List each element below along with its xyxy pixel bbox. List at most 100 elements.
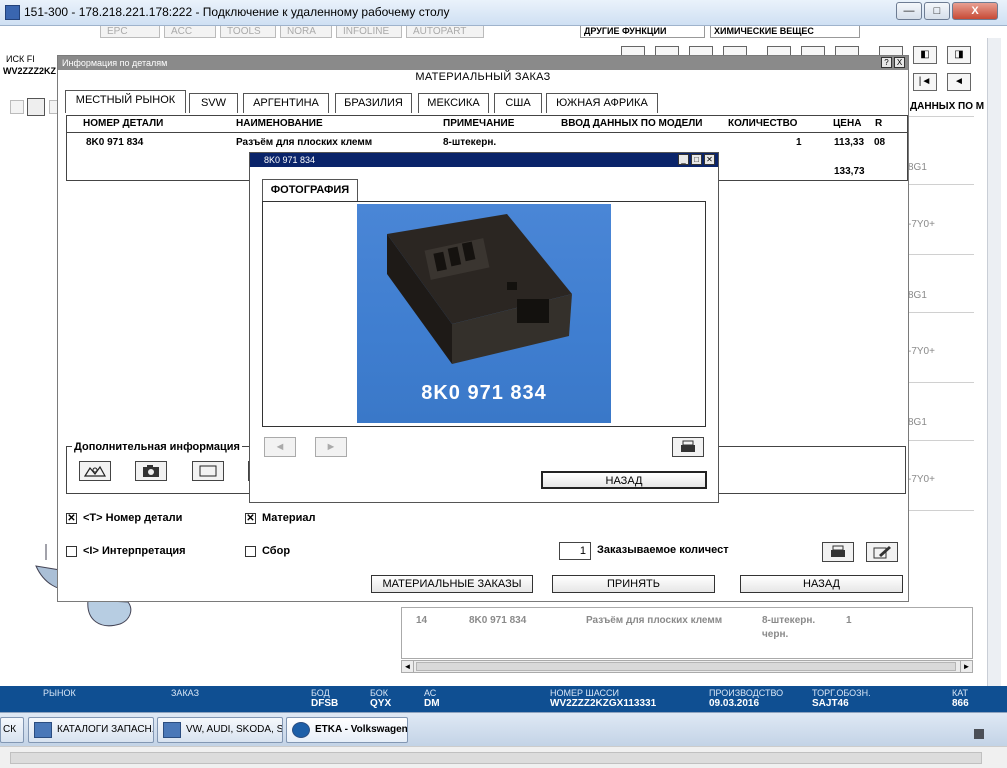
tab-photo[interactable]: ФОТОГРАФИЯ — [262, 179, 358, 201]
bg-row-qty: 1 — [846, 615, 852, 626]
bg-tab-autopart[interactable]: AUTOPART — [406, 26, 484, 38]
tab-south-africa[interactable]: ЮЖНАЯ АФРИКА — [546, 93, 658, 113]
exploded-view-icon[interactable] — [79, 461, 111, 481]
photo-caption: 8K0 971 834 — [421, 382, 547, 404]
status-trade-label: ТОРГ.ОБОЗН. — [812, 688, 871, 698]
taskbar-item-label: VW, AUDI, SKODA, S... — [186, 724, 283, 735]
previous-record-icon[interactable]: ◄ — [947, 73, 971, 91]
total-price: 133,73 — [834, 166, 865, 177]
part-number-checkbox[interactable]: ✕ — [66, 513, 77, 524]
col-model-data: ВВОД ДАННЫХ ПО МОДЕЛИ — [561, 118, 703, 129]
rdp-title-bar: 151-300 - 178.218.221.178:222 - Подключе… — [0, 0, 1007, 26]
tab-argentina[interactable]: АРГЕНТИНА — [243, 93, 329, 113]
order-quantity-label: Заказываемое количест — [597, 544, 729, 556]
row-r: 08 — [874, 137, 886, 148]
taskbar-item-vw-audi[interactable]: VW, AUDI, SKODA, S... — [157, 717, 283, 743]
next-photo-button[interactable]: ► — [315, 437, 347, 457]
tab-usa[interactable]: США — [494, 93, 542, 113]
background-vertical-scrollbar[interactable] — [987, 38, 1001, 686]
bg-tab-tools[interactable]: TOOLS — [220, 26, 276, 38]
material-orders-button[interactable]: МАТЕРИАЛЬНЫЕ ЗАКАЗЫ — [371, 575, 533, 593]
assembly-checkbox-label: Сбор — [262, 545, 291, 557]
tray-icon[interactable] — [974, 729, 984, 739]
photo-close-button[interactable]: ✕ — [704, 154, 715, 165]
bg-row-position: 14 — [416, 615, 428, 626]
bg-row-note-2: черн. — [762, 629, 789, 640]
status-bok-value: QYX — [370, 698, 392, 709]
taskbar-item-catalogs[interactable]: КАТАЛОГИ ЗАПАСН... — [28, 717, 154, 743]
back-button[interactable]: НАЗАД — [740, 575, 903, 593]
bg-tab-acc[interactable]: ACC — [164, 26, 216, 38]
tab-brazil[interactable]: БРАЗИЛИЯ — [335, 93, 412, 113]
first-record-icon[interactable]: |◄ — [913, 73, 937, 91]
photo-dialog: 8K0 971 834 _ □ ✕ ФОТОГРАФИЯ 8K0 971 834… — [249, 152, 719, 503]
assembly-checkbox[interactable] — [245, 546, 256, 557]
vehicle-status-bar: РЫНОК ЗАКАЗ БОД DFSB БОК QYX АС DM НОМЕР… — [0, 686, 1007, 712]
bg-model-item: -7Y0+ — [908, 346, 935, 357]
taskbar: СК КАТАЛОГИ ЗАПАСН... VW, AUDI, SKODA, S… — [0, 712, 1007, 746]
material-checkbox[interactable]: ✕ — [245, 513, 256, 524]
bg-horizontal-scrollbar[interactable]: ◄ ► — [401, 660, 973, 673]
zoom-out-icon[interactable] — [10, 100, 24, 114]
material-checkbox-label: Материал — [262, 512, 316, 524]
bg-tab-nora[interactable]: NORA — [280, 26, 332, 38]
previous-photo-button[interactable]: ◄ — [264, 437, 296, 457]
taskbar-start-stub[interactable]: СК — [0, 717, 24, 743]
maximize-button[interactable]: □ — [924, 2, 950, 20]
material-order-heading: МАТЕРИАЛЬНЫЙ ЗАКАЗ — [415, 71, 551, 83]
row-note: 8-штекерн. — [443, 137, 497, 148]
scroll-right-icon[interactable]: ► — [960, 661, 972, 672]
chemicals-tab[interactable]: ХИМИЧЕСКИЕ ВЕЩЕС — [710, 26, 860, 38]
page-forward-icon[interactable]: ◨ — [947, 46, 971, 64]
document-icon[interactable] — [192, 461, 224, 481]
help-button[interactable]: ? — [881, 57, 892, 68]
col-part-number: НОМЕР ДЕТАЛИ — [83, 118, 164, 129]
etka-globe-icon — [292, 722, 310, 738]
row-name: Разъём для плоских клемм — [236, 137, 373, 148]
accept-button[interactable]: ПРИНЯТЬ — [552, 575, 715, 593]
edit-note-icon[interactable] — [866, 542, 898, 562]
scroll-left-icon[interactable]: ◄ — [402, 661, 414, 672]
minimize-button[interactable]: — — [896, 2, 922, 20]
col-name: НАИМЕНОВАНИЕ — [236, 118, 323, 129]
photo-maximize-button[interactable]: □ — [691, 154, 702, 165]
status-production-label: ПРОИЗВОДСТВО — [709, 688, 784, 698]
status-trade-value: SAJT46 — [812, 698, 849, 709]
status-cat-value: 866 — [952, 698, 969, 709]
bg-row-part-number[interactable]: 8K0 971 834 — [469, 615, 526, 626]
interpretation-checkbox[interactable] — [66, 546, 77, 557]
status-ac-label: АС — [424, 688, 437, 698]
order-quantity-input[interactable]: 1 — [559, 542, 591, 560]
interpretation-checkbox-label: <I> Интерпретация — [83, 545, 186, 557]
bg-divider — [908, 254, 974, 255]
bg-model-item: -7Y0+ — [908, 219, 935, 230]
camera-icon[interactable] — [135, 461, 167, 481]
scroll-thumb[interactable] — [416, 662, 956, 671]
table-row[interactable]: 8K0 971 834 Разъём для плоских клемм 8-ш… — [67, 137, 907, 151]
other-functions-tab[interactable]: ДРУГИЕ ФУНКЦИИ — [580, 26, 705, 38]
bg-model-item: 8G1 — [908, 417, 927, 428]
photo-print-icon[interactable] — [672, 437, 704, 457]
tab-svw[interactable]: SVW — [189, 93, 238, 113]
bg-tab-infoline[interactable]: INFOLINE — [336, 26, 402, 38]
status-order-label: ЗАКАЗ — [171, 688, 200, 698]
print-icon[interactable] — [822, 542, 854, 562]
status-production-value: 09.03.2016 — [709, 698, 760, 709]
photo-back-button[interactable]: НАЗАД — [541, 471, 707, 489]
status-chassis-value: WV2ZZZ2KZGX113331 — [550, 698, 657, 709]
col-r: R — [875, 118, 883, 129]
close-button[interactable]: X — [952, 2, 998, 20]
taskbar-item-etka[interactable]: ETKA - Volkswagen — [286, 717, 408, 743]
bg-tab-epc[interactable]: EPC — [100, 26, 160, 38]
rdp-scroll-thumb[interactable] — [10, 752, 982, 764]
photo-minimize-button[interactable]: _ — [678, 154, 689, 165]
col-price: ЦЕНА — [833, 118, 862, 129]
tab-local-market[interactable]: МЕСТНЫЙ РЫНОК — [65, 90, 186, 113]
page-back-icon[interactable]: ◧ — [913, 46, 937, 64]
status-bod-value: DFSB — [311, 698, 339, 709]
rdp-horizontal-scrollbar[interactable] — [0, 746, 1007, 768]
photo-dialog-title: 8K0 971 834 — [250, 153, 718, 167]
zoom-in-icon[interactable] — [27, 98, 45, 116]
tab-mexico[interactable]: МЕКСИКА — [418, 93, 489, 113]
dialog-close-button[interactable]: X — [894, 57, 905, 68]
